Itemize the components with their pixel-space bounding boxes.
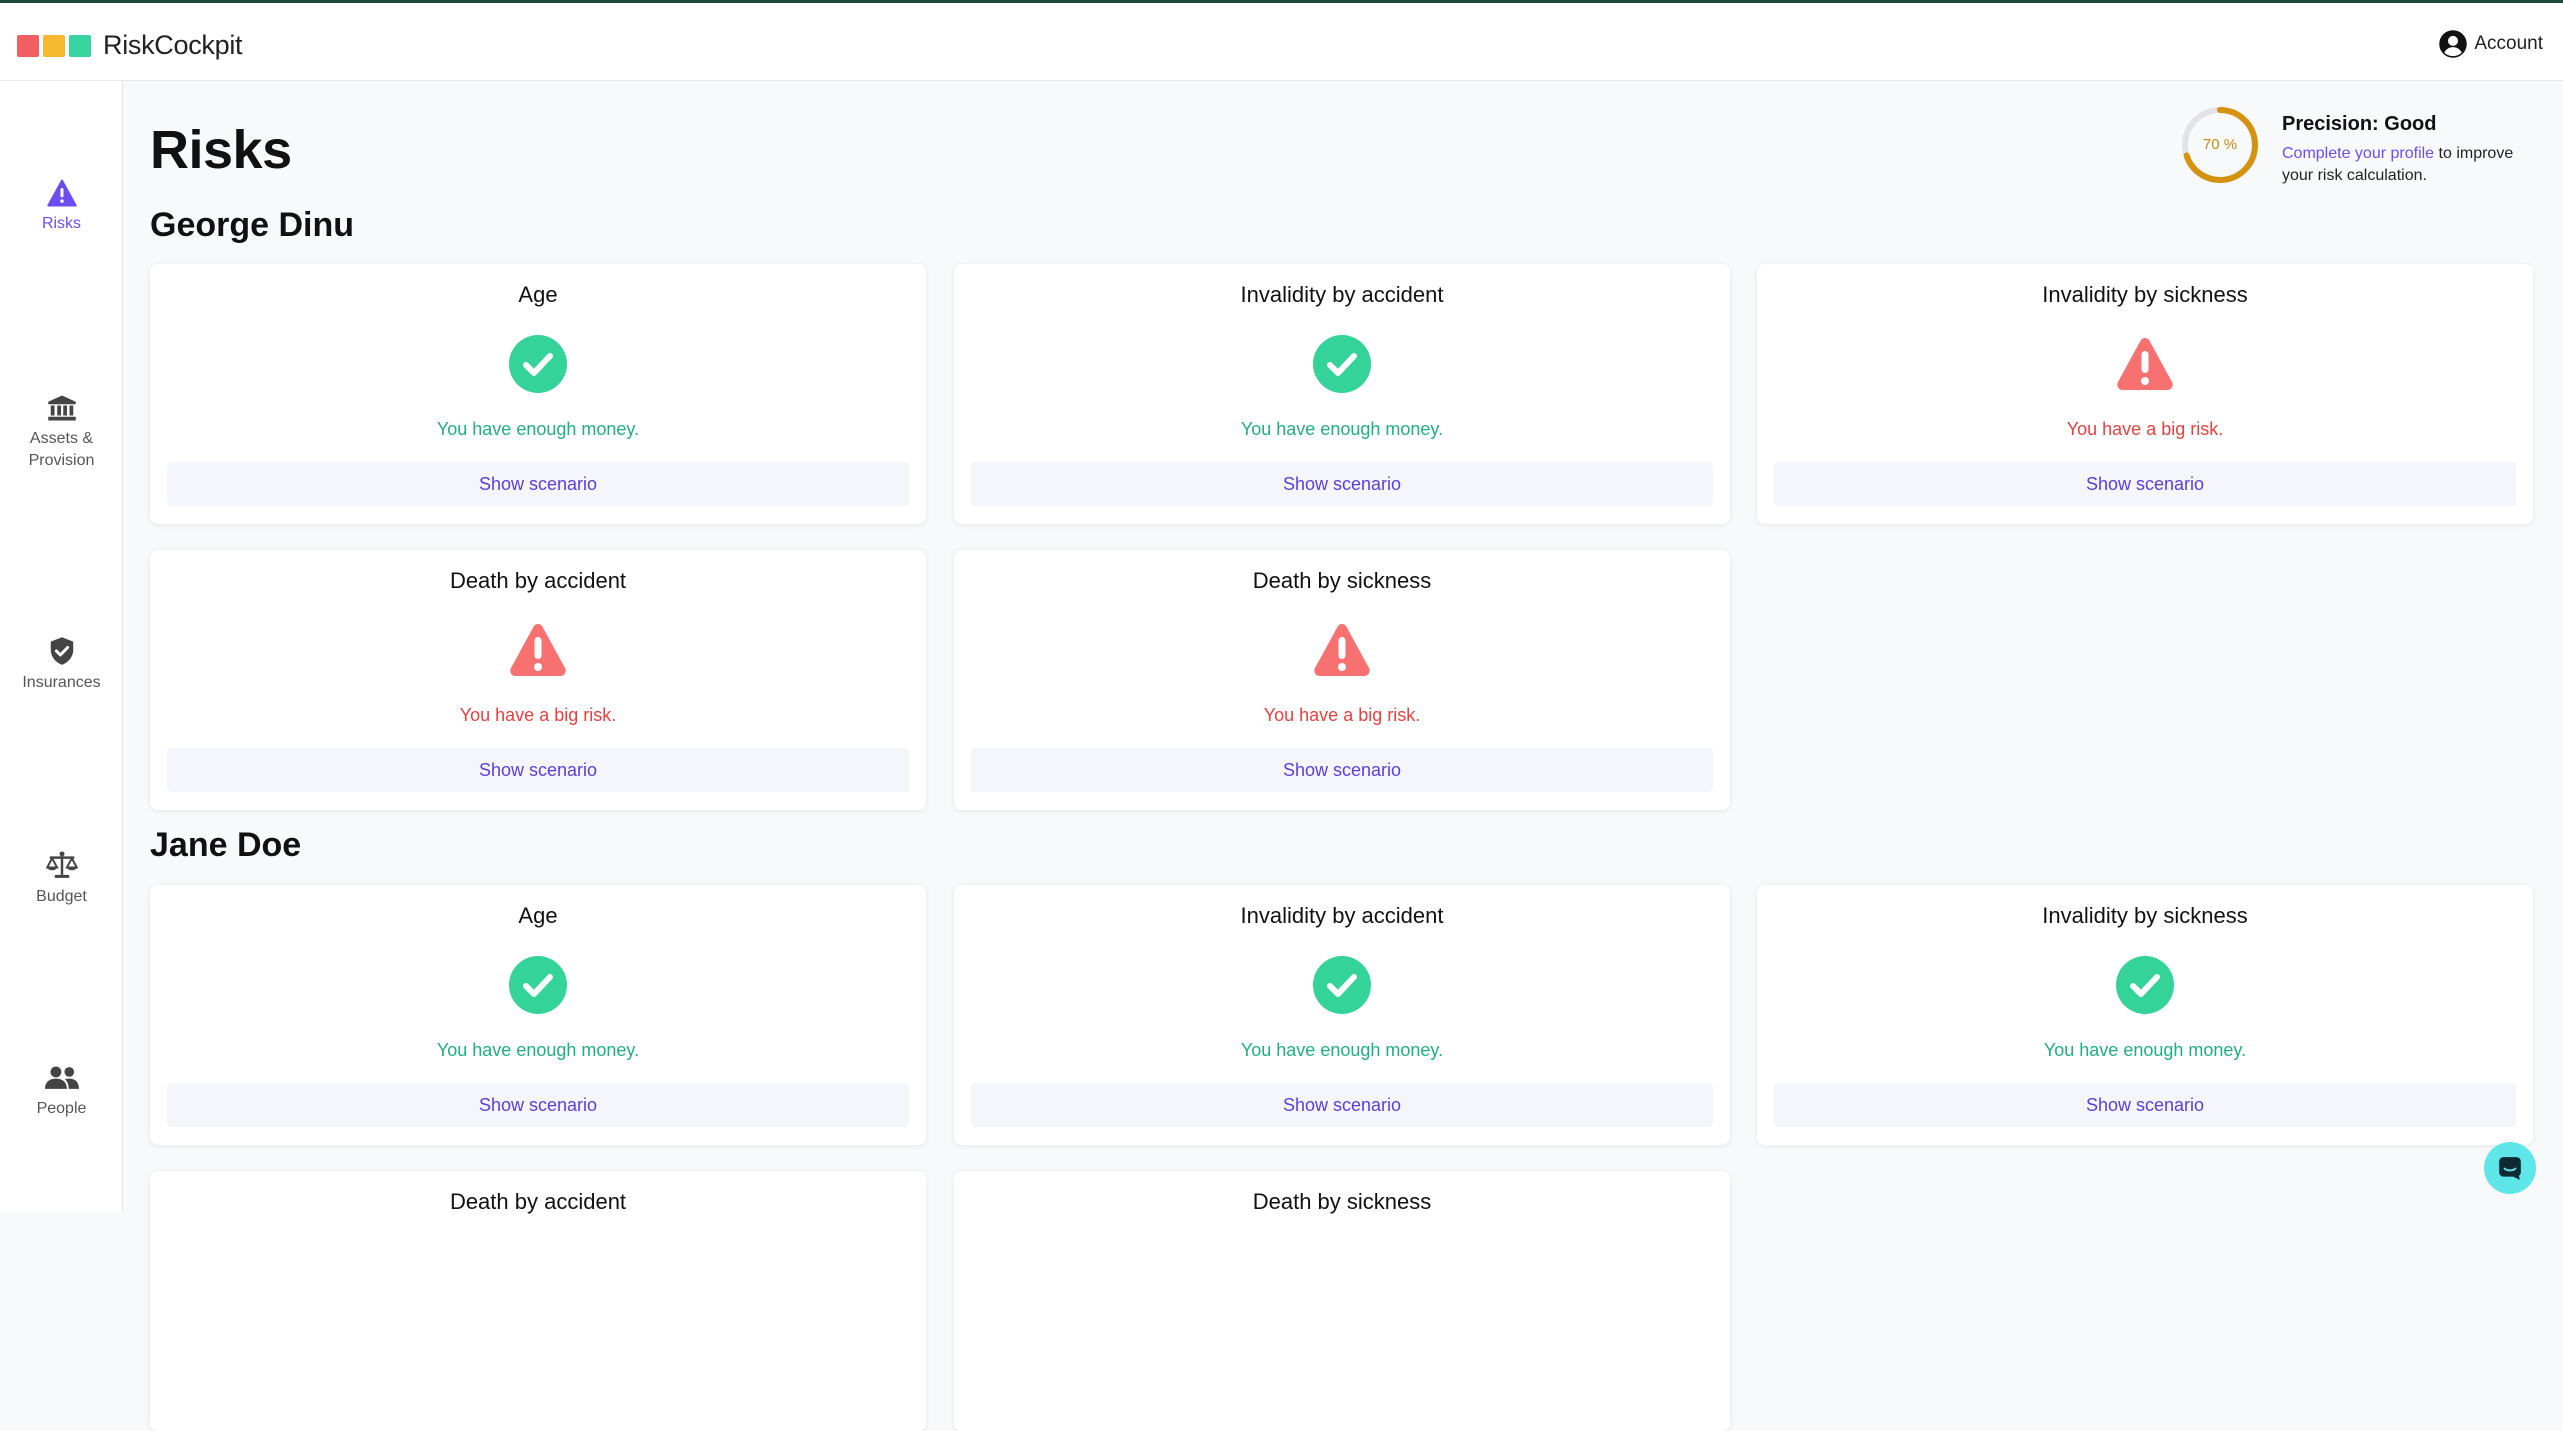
- check-circle-icon: [2116, 956, 2174, 1014]
- show-scenario-button[interactable]: Show scenario: [1774, 1083, 2516, 1127]
- risk-status-message: You have a big risk.: [459, 705, 617, 725]
- risk-title: Death by sickness: [1252, 568, 1432, 593]
- risk-title: Death by accident: [449, 1189, 627, 1214]
- risk-card: Invalidity by sickness You have enough m…: [1757, 885, 2533, 1145]
- logo-square-green: [69, 34, 91, 57]
- show-scenario-button[interactable]: Show scenario: [971, 748, 1713, 792]
- warning-triangle-icon: [2117, 338, 2173, 390]
- risk-card: Death by accident You have a big risk. S…: [150, 550, 926, 810]
- person-name: Jane Doe: [150, 826, 302, 864]
- sidebar-item-insurances[interactable]: Insurances: [0, 636, 123, 694]
- risk-title: Death by sickness: [1252, 1189, 1432, 1214]
- shield-check-icon: [50, 637, 73, 665]
- people-icon: [44, 1066, 79, 1089]
- risk-title: Death by accident: [449, 568, 627, 593]
- risk-title: Invalidity by sickness: [2042, 282, 2248, 307]
- top-bar: RiskCockpit Account: [0, 0, 2563, 81]
- risk-title: Invalidity by accident: [1240, 282, 1444, 307]
- complete-profile-link[interactable]: Complete your profile: [2282, 145, 2434, 162]
- risk-card: Invalidity by sickness You have a big ri…: [1757, 264, 2533, 524]
- risk-title: Invalidity by accident: [1240, 903, 1444, 928]
- risk-card: Death by accident: [150, 1171, 926, 1431]
- sidebar-item-label: Assets & Provision: [28, 430, 95, 469]
- sidebar-item-budget[interactable]: Budget: [0, 850, 123, 908]
- risk-status-message: You have enough money.: [2043, 1040, 2247, 1060]
- sidebar-item-label: Insurances: [22, 674, 101, 691]
- show-scenario-button[interactable]: Show scenario: [167, 1083, 909, 1127]
- page-title: Risks: [150, 120, 292, 180]
- check-circle-icon: [1313, 956, 1371, 1014]
- precision-title: Precision: Good: [2282, 113, 2437, 135]
- risk-status-message: You have a big risk.: [2066, 419, 2224, 439]
- risk-card: Invalidity by accident You have enough m…: [954, 264, 1730, 524]
- sidebar-item-label: Risks: [41, 215, 82, 232]
- user-circle-icon: [2439, 30, 2468, 58]
- chat-icon: [2499, 1157, 2521, 1180]
- risk-card: Age You have enough money. Show scenario: [150, 264, 926, 524]
- person-name: George Dinu: [150, 206, 355, 244]
- warning-triangle-icon: [1314, 624, 1370, 676]
- scale-icon: [45, 851, 78, 878]
- risk-status-message: You have enough money.: [436, 419, 640, 439]
- risk-status-message: You have enough money.: [1240, 419, 1444, 439]
- sidebar: Risks Assets & Provision Insurances Budg…: [0, 81, 123, 1211]
- precision-widget: 70 % Precision: Good Complete your profi…: [2180, 105, 2530, 195]
- precision-description: Complete your profile to improve your ri…: [2282, 143, 2542, 187]
- precision-percent: 70 %: [2202, 136, 2238, 153]
- show-scenario-button[interactable]: Show scenario: [167, 462, 909, 506]
- sidebar-item-assets-provision[interactable]: Assets & Provision: [0, 394, 123, 472]
- sidebar-item-label: People: [36, 1100, 87, 1117]
- show-scenario-button[interactable]: Show scenario: [971, 1083, 1713, 1127]
- show-scenario-button[interactable]: Show scenario: [167, 748, 909, 792]
- sidebar-item-risks[interactable]: Risks: [0, 179, 123, 235]
- risk-card: Death by sickness You have a big risk. S…: [954, 550, 1730, 810]
- sidebar-item-label: Budget: [36, 888, 87, 905]
- account-label: Account: [2474, 33, 2543, 54]
- app-name: RiskCockpit: [103, 30, 243, 60]
- check-circle-icon: [509, 956, 567, 1014]
- risk-status-message: You have a big risk.: [1263, 705, 1421, 725]
- logo-square-yellow: [43, 34, 65, 57]
- account-button[interactable]: Account: [2438, 29, 2543, 59]
- warning-icon: [46, 179, 77, 207]
- bank-icon: [47, 395, 76, 421]
- chat-launcher-button[interactable]: [2484, 1142, 2536, 1194]
- show-scenario-button[interactable]: Show scenario: [971, 462, 1713, 506]
- risk-card: Invalidity by accident You have enough m…: [954, 885, 1730, 1145]
- check-circle-icon: [1313, 335, 1371, 393]
- show-scenario-button[interactable]: Show scenario: [1774, 462, 2516, 506]
- risk-card: Age You have enough money. Show scenario: [150, 885, 926, 1145]
- risk-status-message: You have enough money.: [1240, 1040, 1444, 1060]
- logo-square-red: [17, 34, 39, 57]
- check-circle-icon: [509, 335, 567, 393]
- app-logo[interactable]: RiskCockpit: [17, 30, 243, 61]
- risk-card: Death by sickness: [954, 1171, 1730, 1431]
- risk-title: Age: [518, 903, 558, 928]
- risk-status-message: You have enough money.: [436, 1040, 640, 1060]
- risk-title: Age: [518, 282, 558, 307]
- warning-triangle-icon: [510, 624, 566, 676]
- risk-title: Invalidity by sickness: [2042, 903, 2248, 928]
- sidebar-item-people[interactable]: People: [0, 1064, 123, 1120]
